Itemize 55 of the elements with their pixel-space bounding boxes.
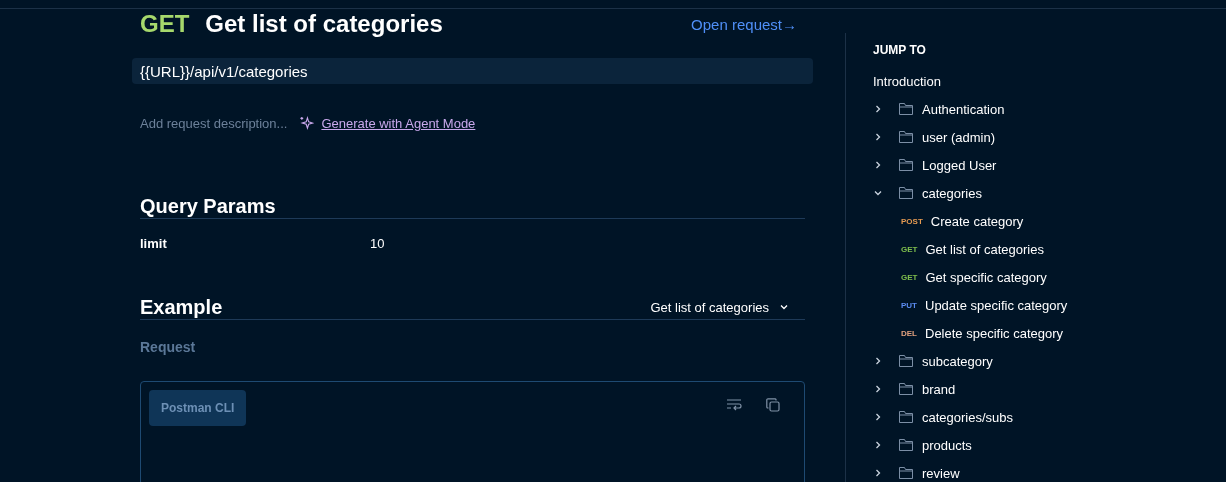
method-tag: GET [901,272,918,282]
chevron-right-icon[interactable] [873,412,883,422]
folder-label[interactable]: subcategory [922,353,993,369]
folder-icon [899,383,913,395]
request-link[interactable]: Get specific category [925,269,1047,285]
method-label: GET [140,10,190,39]
method-tag: DEL [901,328,917,338]
chevron-right-icon[interactable] [873,356,883,366]
open-request-link[interactable]: Open request→ [691,15,797,33]
nav-link[interactable]: Introduction [873,73,941,89]
request-link[interactable]: Get list of categories [925,241,1044,257]
folder-label[interactable]: Authentication [922,101,1005,117]
param-value: 10 [370,236,385,252]
chevron-right-icon[interactable] [873,132,883,142]
folder-icon [899,187,913,199]
folder-icon [899,159,913,171]
folder-label[interactable]: categories/subs [922,409,1014,425]
chevron-right-icon[interactable] [873,384,883,394]
method-tag: GET [901,244,918,254]
method-tag: POST [901,216,923,226]
folder-icon [899,131,913,143]
agent-mode-link[interactable]: Generate with Agent Mode [299,115,476,131]
folder-label[interactable]: brand [922,381,956,397]
param-key: limit [140,236,370,252]
request-subheading: Request [140,339,197,356]
language-tab[interactable]: Postman CLI [149,390,247,427]
folder-icon [899,411,913,423]
chevron-right-icon[interactable] [873,440,883,450]
folder-icon [899,439,913,451]
request-title: Get list of categories [205,10,444,39]
folder-label[interactable]: review [922,465,960,481]
folder-icon [899,355,913,367]
folder-label[interactable]: categories [922,185,982,201]
section-heading: Query Params [140,195,276,219]
sparkle-icon [299,115,315,131]
wrap-icon[interactable] [726,398,742,413]
method-tag: PUT [901,300,917,310]
chevron-right-icon[interactable] [873,160,883,170]
request-link[interactable]: Create category [930,213,1024,229]
request-link[interactable]: Update specific category [925,297,1068,313]
folder-label[interactable]: Logged User [922,157,997,173]
url-field[interactable]: {{URL}}/api/v1/categories [132,57,813,85]
folder-icon [899,103,913,115]
folder-label[interactable]: user (admin) [922,129,995,145]
chevron-down-icon[interactable] [873,188,883,198]
folder-label[interactable]: products [922,437,972,453]
folder-icon [899,467,913,479]
chevron-right-icon[interactable] [873,104,883,114]
description-placeholder[interactable]: Add request description... [140,115,288,131]
section-heading: Example [140,295,223,319]
chevron-right-icon[interactable] [873,468,883,478]
copy-icon[interactable] [766,398,780,413]
example-dropdown[interactable]: Get list of categories [650,299,805,315]
request-link[interactable]: Delete specific category [925,325,1063,341]
jump-to-heading: JUMP TO [873,43,927,57]
